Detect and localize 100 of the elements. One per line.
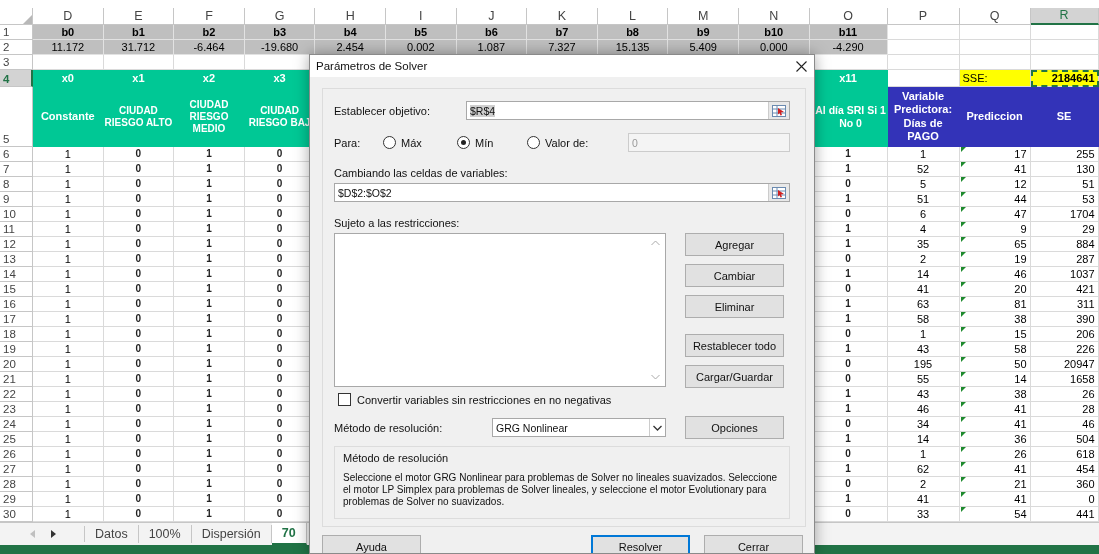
- table-cell: [103, 55, 175, 70]
- input-field[interactable]: $D$2:$O$2: [334, 183, 790, 202]
- scroll-left-icon: [30, 530, 35, 538]
- row-header[interactable]: 13: [0, 252, 33, 267]
- row-header[interactable]: 8: [0, 177, 33, 192]
- range-picker-button[interactable]: [768, 102, 789, 119]
- row-header[interactable]: 4: [0, 70, 33, 87]
- table-cell: 53: [1030, 192, 1099, 207]
- column-header[interactable]: I: [385, 8, 457, 25]
- row-header[interactable]: 11: [0, 222, 33, 237]
- row-header[interactable]: 26: [0, 447, 33, 462]
- table-cell: b2: [174, 25, 245, 40]
- table-cell: 0: [103, 372, 175, 387]
- checkbox[interactable]: Convertir variables sin restricciones en no negativas: [338, 393, 612, 406]
- dialog-button[interactable]: Agregar: [685, 233, 784, 256]
- column-header[interactable]: H: [315, 8, 386, 25]
- table-cell: 0: [103, 297, 175, 312]
- row-header[interactable]: 21: [0, 372, 33, 387]
- radio-button[interactable]: Valor de:: [527, 136, 628, 149]
- row-header[interactable]: 6: [0, 147, 33, 162]
- dialog-button[interactable]: Eliminar: [685, 295, 784, 318]
- table-cell: CIUDAD RIESGO ALTO: [103, 87, 175, 147]
- table-cell: 28: [1030, 402, 1099, 417]
- table-cell: 0: [103, 492, 175, 507]
- column-header[interactable]: E: [103, 8, 175, 25]
- row-header[interactable]: 23: [0, 402, 33, 417]
- table-cell: b9: [668, 25, 739, 40]
- table-cell: 884: [1030, 237, 1099, 252]
- row-header[interactable]: 12: [0, 237, 33, 252]
- row-header[interactable]: 17: [0, 312, 33, 327]
- table-cell: 12: [959, 177, 1031, 192]
- table-cell: 0: [1030, 492, 1099, 507]
- table-cell: 41: [959, 402, 1031, 417]
- table-cell: 43: [887, 342, 960, 357]
- table-cell[interactable]: 2184641: [1030, 70, 1099, 87]
- dialog-button[interactable]: Resolver: [591, 535, 690, 553]
- row-header[interactable]: 28: [0, 477, 33, 492]
- table-cell: 1: [33, 237, 104, 252]
- row-header[interactable]: 22: [0, 387, 33, 402]
- column-header[interactable]: O: [809, 8, 888, 25]
- table-cell: 1: [33, 342, 104, 357]
- row-header[interactable]: 15: [0, 282, 33, 297]
- table-cell: 1: [174, 327, 245, 342]
- table-cell: 1: [887, 327, 960, 342]
- table-cell: 1: [33, 177, 104, 192]
- column-header[interactable]: M: [668, 8, 739, 25]
- group-title: Método de resolución: [343, 452, 450, 464]
- row-header[interactable]: 25: [0, 432, 33, 447]
- table-cell: 1: [33, 297, 104, 312]
- table-cell: 1: [174, 252, 245, 267]
- row-header[interactable]: 29: [0, 492, 33, 507]
- dialog-button[interactable]: Restablecer todo: [685, 334, 784, 357]
- input-field[interactable]: $R$4: [466, 101, 790, 120]
- select-all-icon: [23, 15, 32, 24]
- row-header[interactable]: 24: [0, 417, 33, 432]
- radio-button[interactable]: Máx: [383, 136, 457, 149]
- table-cell: b0: [33, 25, 104, 40]
- radio-button[interactable]: Mín: [457, 136, 527, 149]
- table-cell: 1: [33, 252, 104, 267]
- row-header[interactable]: 9: [0, 192, 33, 207]
- column-header[interactable]: R: [1030, 8, 1099, 25]
- column-header[interactable]: K: [527, 8, 598, 25]
- table-cell: 43: [887, 387, 960, 402]
- sheet-tab[interactable]: Datos: [85, 525, 139, 543]
- table-cell: 0: [103, 267, 175, 282]
- column-header[interactable]: G: [244, 8, 316, 25]
- column-header[interactable]: N: [738, 8, 810, 25]
- table-cell: x1: [103, 70, 175, 87]
- table-cell: 0: [103, 447, 175, 462]
- column-header[interactable]: D: [33, 8, 104, 25]
- table-cell: 1: [33, 267, 104, 282]
- column-header[interactable]: J: [456, 8, 528, 25]
- dialog-button[interactable]: Cambiar: [685, 264, 784, 287]
- row-header[interactable]: 16: [0, 297, 33, 312]
- row-header[interactable]: 20: [0, 357, 33, 372]
- row-header[interactable]: 27: [0, 462, 33, 477]
- row-header[interactable]: 19: [0, 342, 33, 357]
- column-header[interactable]: P: [887, 8, 960, 25]
- column-header[interactable]: L: [597, 8, 669, 25]
- row-header[interactable]: 18: [0, 327, 33, 342]
- table-cell: CIUDAD RIESGO MEDIO: [174, 87, 245, 147]
- table-cell: 1: [33, 357, 104, 372]
- close-icon: [795, 60, 807, 72]
- row-header[interactable]: 14: [0, 267, 33, 282]
- dialog-button[interactable]: Cargar/Guardar: [685, 365, 784, 388]
- row-header[interactable]: 10: [0, 207, 33, 222]
- column-header[interactable]: Q: [959, 8, 1031, 25]
- table-cell: 1: [33, 372, 104, 387]
- table-cell: 11.172: [33, 40, 104, 55]
- dropdown[interactable]: GRG Nonlinear: [492, 418, 666, 437]
- sheet-tab[interactable]: Dispersión: [191, 525, 272, 543]
- range-picker-button[interactable]: [768, 184, 789, 201]
- scroll-up-icon: [651, 240, 660, 246]
- dialog-button[interactable]: Cerrar: [704, 535, 803, 553]
- sheet-tab[interactable]: 100%: [138, 525, 192, 543]
- sheet-tab[interactable]: 70: [271, 523, 307, 545]
- dialog-button[interactable]: Opciones: [685, 416, 784, 439]
- row-header[interactable]: 7: [0, 162, 33, 177]
- column-header[interactable]: F: [174, 8, 245, 25]
- dialog-button[interactable]: Ayuda: [322, 535, 421, 553]
